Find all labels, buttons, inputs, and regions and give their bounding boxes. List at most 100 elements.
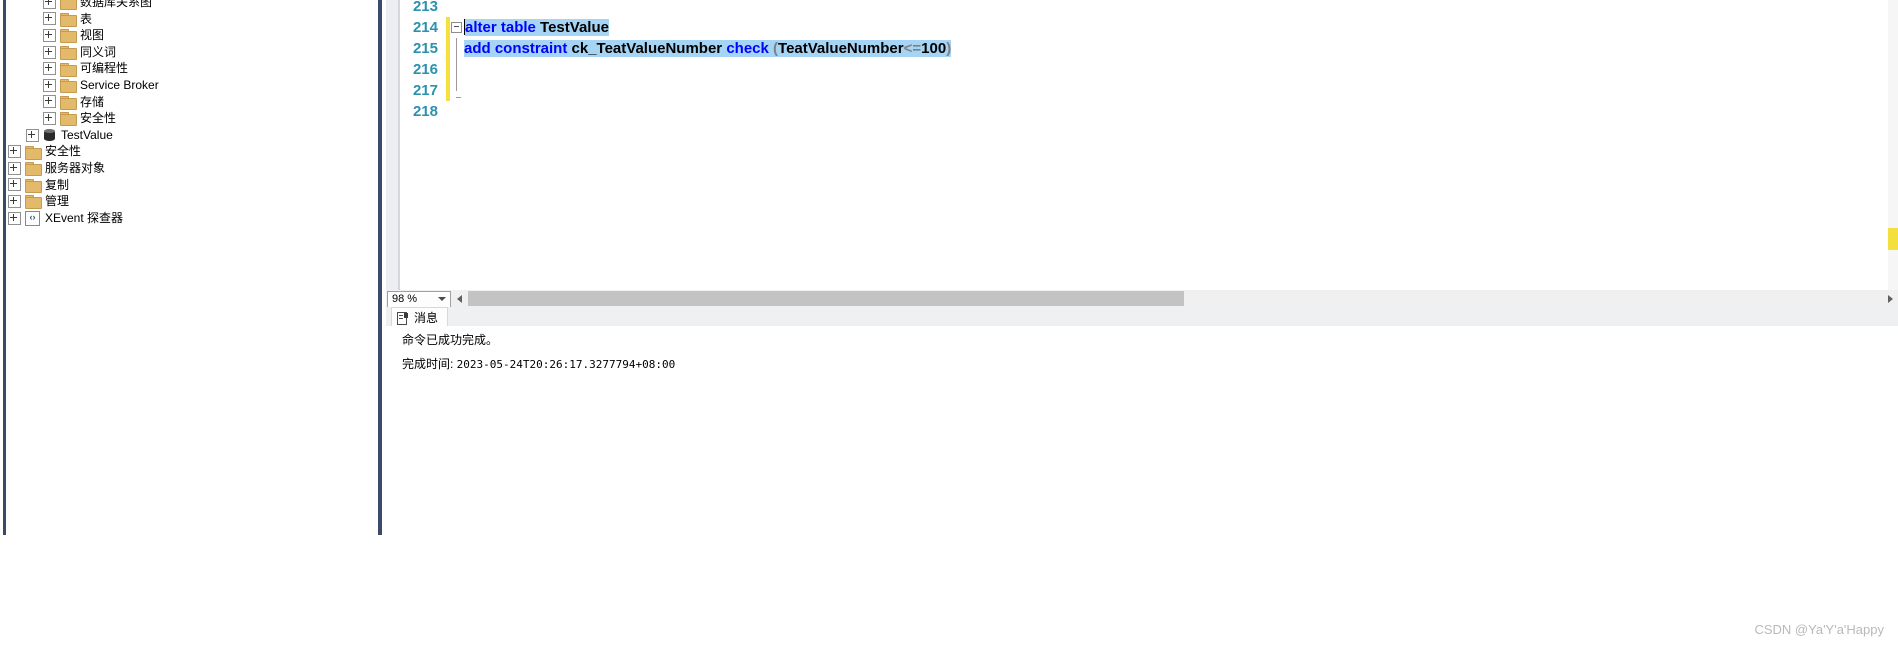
tree-node[interactable]: ‹› XEvent 探查器: [8, 210, 368, 227]
tree-node[interactable]: 安全性: [8, 143, 368, 160]
expand-icon[interactable]: [8, 161, 21, 175]
tab-messages[interactable]: 消息: [391, 307, 449, 327]
messages-output[interactable]: 命令已成功完成。 完成时间: 2023-05-24T20:26:17.32777…: [386, 326, 1898, 535]
editor-vertical-scrollbar-thumb[interactable]: [1888, 228, 1898, 250]
object-explorer-right-border: [378, 0, 382, 535]
results-tab-strip: 消息: [386, 307, 1898, 327]
tree-node[interactable]: 视图: [8, 27, 368, 44]
tree-node[interactable]: 数据库关系图: [8, 0, 368, 11]
tree-node-label: 同义词: [80, 44, 117, 59]
code-line[interactable]: 215 add constraint ck_TeatValueNumber che…: [386, 38, 1886, 59]
message-text-completion-time: 完成时间: 2023-05-24T20:26:17.3277794+08:00: [402, 355, 675, 372]
folder-icon: [60, 95, 77, 110]
scroll-left-button[interactable]: [452, 290, 468, 307]
code-token: alter table: [465, 19, 541, 36]
expand-icon[interactable]: [8, 211, 21, 225]
outline-end-tick: [456, 97, 461, 98]
outlining-margin[interactable]: [450, 38, 462, 59]
line-number: 216: [412, 61, 438, 78]
expand-icon[interactable]: [43, 45, 56, 59]
code-line[interactable]: 214 alter table TestValue: [386, 17, 1886, 38]
tree-node[interactable]: 复制: [8, 177, 368, 194]
bottom-blank-area: [0, 535, 1898, 647]
tree-node[interactable]: 存储: [8, 94, 368, 111]
scroll-right-button[interactable]: [1882, 290, 1898, 307]
expand-icon[interactable]: [26, 128, 39, 142]
tree-node[interactable]: 安全性: [8, 110, 368, 127]
outlining-margin[interactable]: [450, 17, 462, 38]
chevron-down-icon[interactable]: [438, 297, 446, 301]
expand-icon[interactable]: [43, 111, 56, 125]
code-token: TestValue: [540, 19, 609, 36]
tree-node[interactable]: 同义词: [8, 44, 368, 61]
folder-icon: [25, 162, 42, 177]
code-text[interactable]: add constraint ck_TeatValueNumber check …: [462, 38, 952, 59]
results-messages-pane[interactable]: 消息 命令已成功完成。 完成时间: 2023-05-24T20:26:17.32…: [386, 307, 1898, 535]
code-line[interactable]: 213: [386, 0, 1886, 17]
object-explorer-tree[interactable]: 数据库关系图表视图 同义词 可编程性 Service Broker 存储 安全性 TestV…: [8, 0, 368, 226]
expand-icon[interactable]: [8, 145, 21, 159]
tree-node-label: 安全性: [45, 144, 82, 159]
zoom-level-select[interactable]: 98 %: [387, 291, 451, 308]
expand-icon[interactable]: [43, 78, 56, 92]
code-line[interactable]: 217: [386, 80, 1886, 101]
expand-icon[interactable]: [43, 0, 56, 9]
tree-node-label: 表: [80, 11, 93, 26]
line-number: 217: [412, 82, 438, 99]
line-number: 215: [412, 40, 438, 57]
code-token: add constraint: [464, 40, 572, 57]
outline-line: [456, 80, 457, 91]
code-line[interactable]: 218: [386, 101, 1886, 122]
outlining-margin[interactable]: [450, 0, 462, 17]
collapse-region-icon[interactable]: [451, 22, 462, 33]
folder-icon: [25, 145, 42, 160]
folder-icon: [60, 0, 77, 11]
code-token: <=: [903, 40, 922, 57]
code-line[interactable]: 216: [386, 59, 1886, 80]
query-editor-pane[interactable]: 213 214 alter table TestValue 215 add constr…: [386, 0, 1898, 290]
outlining-margin[interactable]: [450, 80, 462, 101]
tree-node[interactable]: 管理: [8, 193, 368, 210]
caret-right-icon: [1888, 295, 1893, 303]
editor-horizontal-scrollbar[interactable]: [452, 290, 1898, 307]
outline-line: [456, 59, 457, 80]
outline-line: [456, 38, 457, 59]
folder-icon: [60, 112, 77, 127]
zoom-level-value: 98 %: [392, 293, 418, 305]
tree-node[interactable]: 可编程性: [8, 60, 368, 77]
tree-node[interactable]: TestValue: [8, 127, 368, 144]
tree-node[interactable]: 服务器对象: [8, 160, 368, 177]
outlining-margin[interactable]: [450, 101, 462, 122]
tree-node-label: 数据库关系图: [80, 0, 153, 9]
horizontal-scrollbar-thumb[interactable]: [468, 291, 1184, 306]
tree-node[interactable]: 表: [8, 11, 368, 28]
expand-icon[interactable]: [8, 178, 21, 192]
tree-node-label: TestValue: [61, 127, 113, 142]
code-token: 100: [921, 40, 947, 57]
line-number: 214: [412, 19, 438, 36]
completion-time-label: 完成时间:: [402, 357, 457, 371]
expand-icon[interactable]: [43, 62, 56, 76]
folder-icon: [25, 195, 42, 210]
completion-time-value: 2023-05-24T20:26:17.3277794+08:00: [456, 358, 676, 371]
expand-icon[interactable]: [8, 194, 21, 208]
expand-icon[interactable]: [43, 28, 56, 42]
object-explorer-panel[interactable]: 数据库关系图表视图 同义词 可编程性 Service Broker 存储 安全性 TestV…: [0, 0, 382, 535]
code-token: check: [726, 40, 774, 57]
expand-icon[interactable]: [43, 95, 56, 109]
outlining-margin[interactable]: [450, 59, 462, 80]
tree-node[interactable]: Service Broker: [8, 77, 368, 94]
database-icon: [43, 128, 56, 142]
line-number: 218: [412, 103, 438, 120]
code-line-list[interactable]: 213 214 alter table TestValue 215 add constr…: [386, 0, 1886, 122]
caret-left-icon: [457, 295, 462, 303]
editor-status-row: 98 %: [386, 290, 1898, 308]
expand-icon[interactable]: [43, 12, 56, 26]
tab-messages-label: 消息: [414, 311, 439, 325]
code-token: TeatValueNumber: [778, 40, 904, 57]
folder-icon: [60, 29, 77, 44]
object-explorer-left-border: [3, 0, 6, 535]
folder-icon: [25, 178, 42, 193]
code-text[interactable]: alter table TestValue: [462, 17, 609, 38]
tree-node-label: 复制: [45, 177, 70, 192]
